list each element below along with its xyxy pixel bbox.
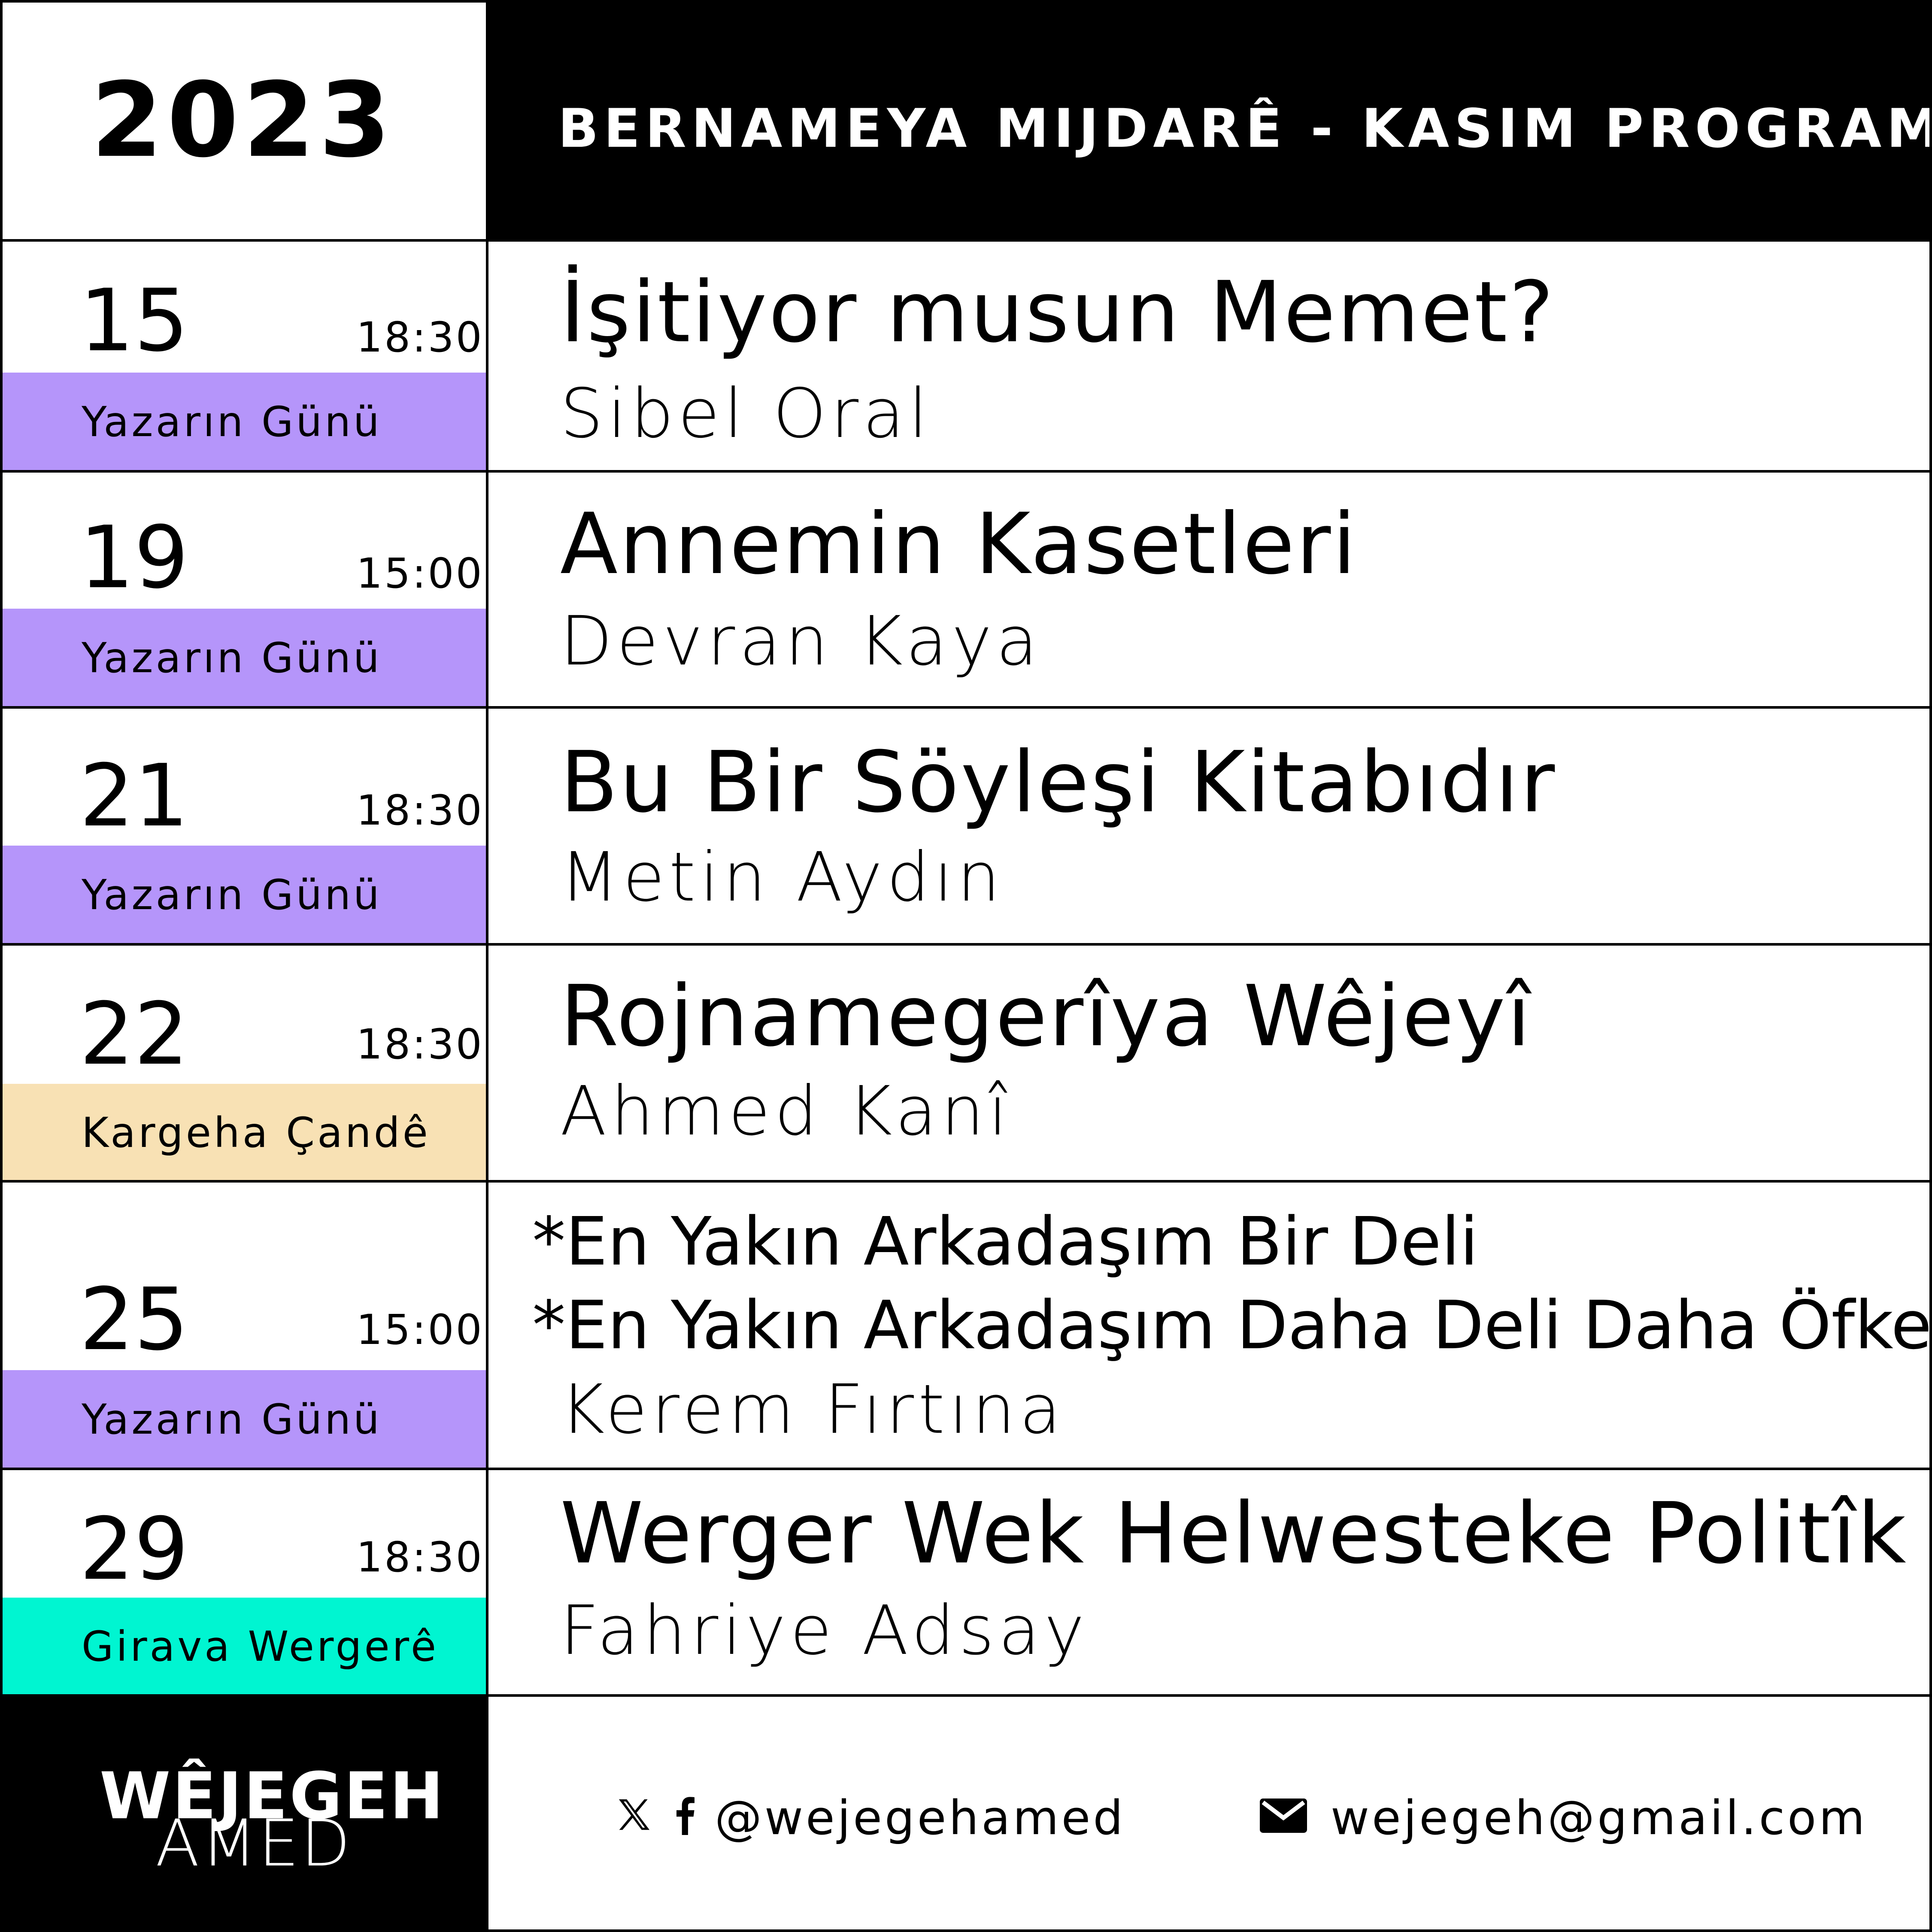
event-title-2: *En Yakın Arkadaşım Daha Deli Daha Öfkel… [532, 1286, 1932, 1364]
event-time: 18:30 [356, 313, 484, 361]
row-divider [0, 1468, 1932, 1470]
event-author: Fahriye Adsay [560, 1591, 1089, 1670]
envelope-icon [1260, 1799, 1307, 1833]
event-author: Sibel Oral [560, 374, 932, 453]
event-category-badge: Yazarın Günü [0, 1370, 486, 1469]
x-icon[interactable] [614, 1794, 655, 1835]
event-author: Metin Aydın [560, 838, 1004, 917]
event-day: 22 [79, 984, 189, 1084]
logo-wordmark-bottom: AMED [155, 1806, 352, 1881]
event-day: 29 [79, 1499, 189, 1599]
event-day: 21 [79, 746, 189, 846]
event-day: 25 [79, 1270, 189, 1370]
event-time: 15:00 [356, 549, 484, 597]
facebook-icon[interactable] [672, 1794, 698, 1835]
event-time: 18:30 [356, 1533, 484, 1581]
program-title: BERNAMEYA MIJDARÊ - KASIM PROGRAMI [558, 98, 1932, 160]
social-icons [614, 1794, 698, 1835]
event-category-badge: Girava Wergerê [0, 1598, 486, 1695]
event-author: Kerem Fırtına [560, 1370, 1065, 1449]
event-day: 15 [79, 271, 189, 371]
event-category-badge: Yazarın Günü [0, 609, 486, 707]
row-divider [0, 943, 1932, 946]
row-divider [0, 239, 1932, 242]
event-category-badge: Yazarın Günü [0, 373, 486, 471]
program-poster: 2023 BERNAMEYA MIJDARÊ - KASIM PROGRAMI … [0, 0, 1932, 1932]
event-title: Annemin Kasetleri [560, 495, 1358, 593]
event-title: Bu Bir Söyleşi Kitabıdır [560, 734, 1557, 831]
event-time: 18:30 [356, 1020, 484, 1068]
event-category-badge: Yazarın Günü [0, 846, 486, 944]
event-title: Rojnamegerîya Wêjeyî [560, 968, 1532, 1065]
event-author: Devran Kaya [560, 602, 1042, 681]
event-day: 19 [79, 508, 189, 608]
row-divider [0, 1694, 1932, 1697]
row-divider [0, 470, 1932, 473]
email-link[interactable]: wejegeh@gmail.com [1331, 1794, 1868, 1841]
social-handle[interactable]: @wejegehamed [715, 1794, 1125, 1841]
event-category-badge: Kargeha Çandê [0, 1084, 486, 1181]
row-divider [0, 706, 1932, 709]
event-author: Ahmed Kanî [560, 1072, 1012, 1151]
event-title-1: *En Yakın Arkadaşım Bir Deli [532, 1203, 1479, 1280]
column-divider [486, 0, 488, 1932]
year-label: 2023 [91, 60, 395, 180]
event-title: İşitiyor musun Memet? [560, 264, 1556, 361]
event-title: Werger Wek Helwesteke Politîk [560, 1485, 1908, 1583]
row-divider [0, 1180, 1932, 1183]
event-time: 15:00 [356, 1306, 484, 1354]
event-time: 18:30 [356, 786, 484, 834]
